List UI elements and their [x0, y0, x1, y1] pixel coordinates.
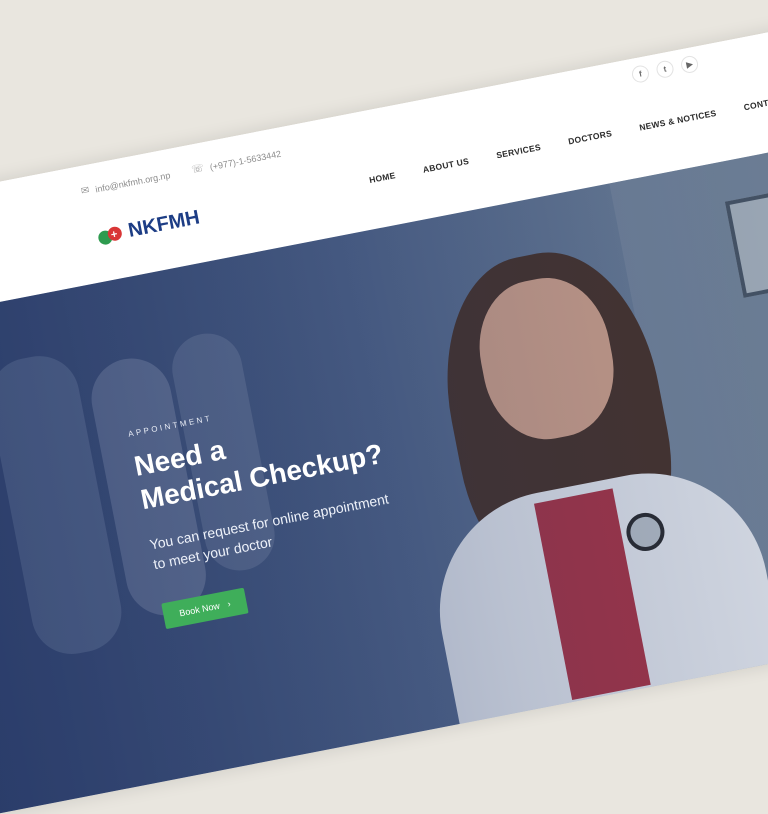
- nav-home[interactable]: HOME: [368, 170, 396, 185]
- nav-doctors[interactable]: DOCTORS: [567, 128, 613, 146]
- website-screenshot: ✉ info@nkfmh.org.np ☏ (+977)-1-5633442 f…: [0, 0, 768, 814]
- contact-bar: ✉ info@nkfmh.org.np ☏ (+977)-1-5633442: [80, 148, 282, 198]
- nav-services[interactable]: SERVICES: [495, 142, 541, 160]
- facebook-icon[interactable]: f: [630, 64, 651, 84]
- youtube-icon[interactable]: ▶: [679, 54, 700, 75]
- phone-icon: ☏: [190, 162, 206, 176]
- logo-text: NKFMH: [126, 206, 202, 242]
- phone-text: (+977)-1-5633442: [208, 148, 282, 172]
- envelope-icon: ✉: [80, 184, 91, 198]
- site-logo[interactable]: + NKFMH: [96, 206, 202, 248]
- nav-about[interactable]: ABOUT US: [422, 156, 470, 175]
- nav-contact[interactable]: CONTACT: [743, 94, 768, 112]
- social-links: f t ▶: [630, 54, 700, 84]
- chevron-right-icon: ›: [226, 598, 232, 609]
- nav-news[interactable]: NEWS & NOTICES: [638, 108, 717, 133]
- email-text: info@nkfmh.org.np: [94, 169, 172, 195]
- book-now-label: Book Now: [178, 600, 221, 619]
- twitter-icon[interactable]: t: [655, 59, 675, 80]
- logo-mark-icon: +: [96, 222, 126, 249]
- phone-item[interactable]: ☏ (+977)-1-5633442: [191, 148, 282, 176]
- email-item[interactable]: ✉ info@nkfmh.org.np: [80, 169, 172, 198]
